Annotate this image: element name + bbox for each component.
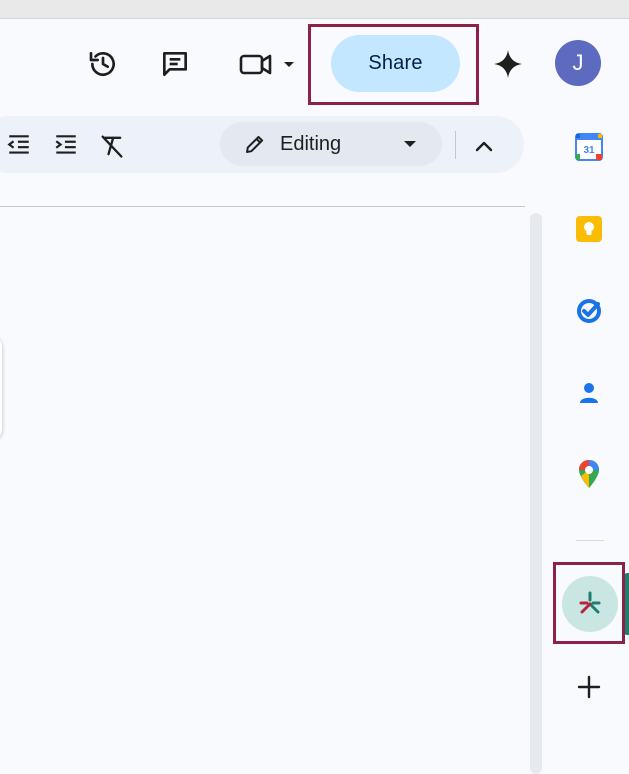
chevron-up-icon[interactable] xyxy=(470,132,498,160)
maps-icon[interactable] xyxy=(571,456,607,492)
addon-icon[interactable] xyxy=(562,576,618,632)
toolbar-separator xyxy=(455,131,456,159)
comment-icon[interactable] xyxy=(156,45,194,83)
pencil-icon xyxy=(242,131,268,157)
share-button-label: Share xyxy=(368,52,423,74)
sparkle-icon[interactable] xyxy=(489,45,527,83)
decrease-indent-icon[interactable] xyxy=(4,131,34,159)
tasks-icon[interactable] xyxy=(571,293,607,329)
history-icon[interactable] xyxy=(84,45,122,83)
floating-card-edge xyxy=(0,336,2,440)
avatar[interactable]: J xyxy=(555,40,601,86)
editing-mode-dropdown[interactable]: Editing xyxy=(220,122,442,166)
clear-formatting-icon[interactable] xyxy=(97,131,127,161)
vertical-scrollbar[interactable] xyxy=(530,213,542,774)
document-top-divider xyxy=(0,206,525,207)
editing-mode-label: Editing xyxy=(280,133,342,155)
avatar-initial: J xyxy=(572,50,584,75)
increase-indent-icon[interactable] xyxy=(51,131,81,159)
contacts-icon[interactable] xyxy=(571,375,607,411)
svg-text:31: 31 xyxy=(583,145,595,156)
addon-active-indicator xyxy=(624,573,629,635)
caret-down-icon xyxy=(400,137,420,151)
keep-icon[interactable] xyxy=(571,211,607,247)
plus-icon[interactable] xyxy=(571,669,607,705)
window-top-strip xyxy=(0,0,629,19)
video-camera-icon[interactable] xyxy=(236,47,300,81)
side-panel-separator xyxy=(576,540,604,541)
share-button[interactable]: Share xyxy=(331,35,460,92)
calendar-icon[interactable]: 31 xyxy=(571,129,607,165)
